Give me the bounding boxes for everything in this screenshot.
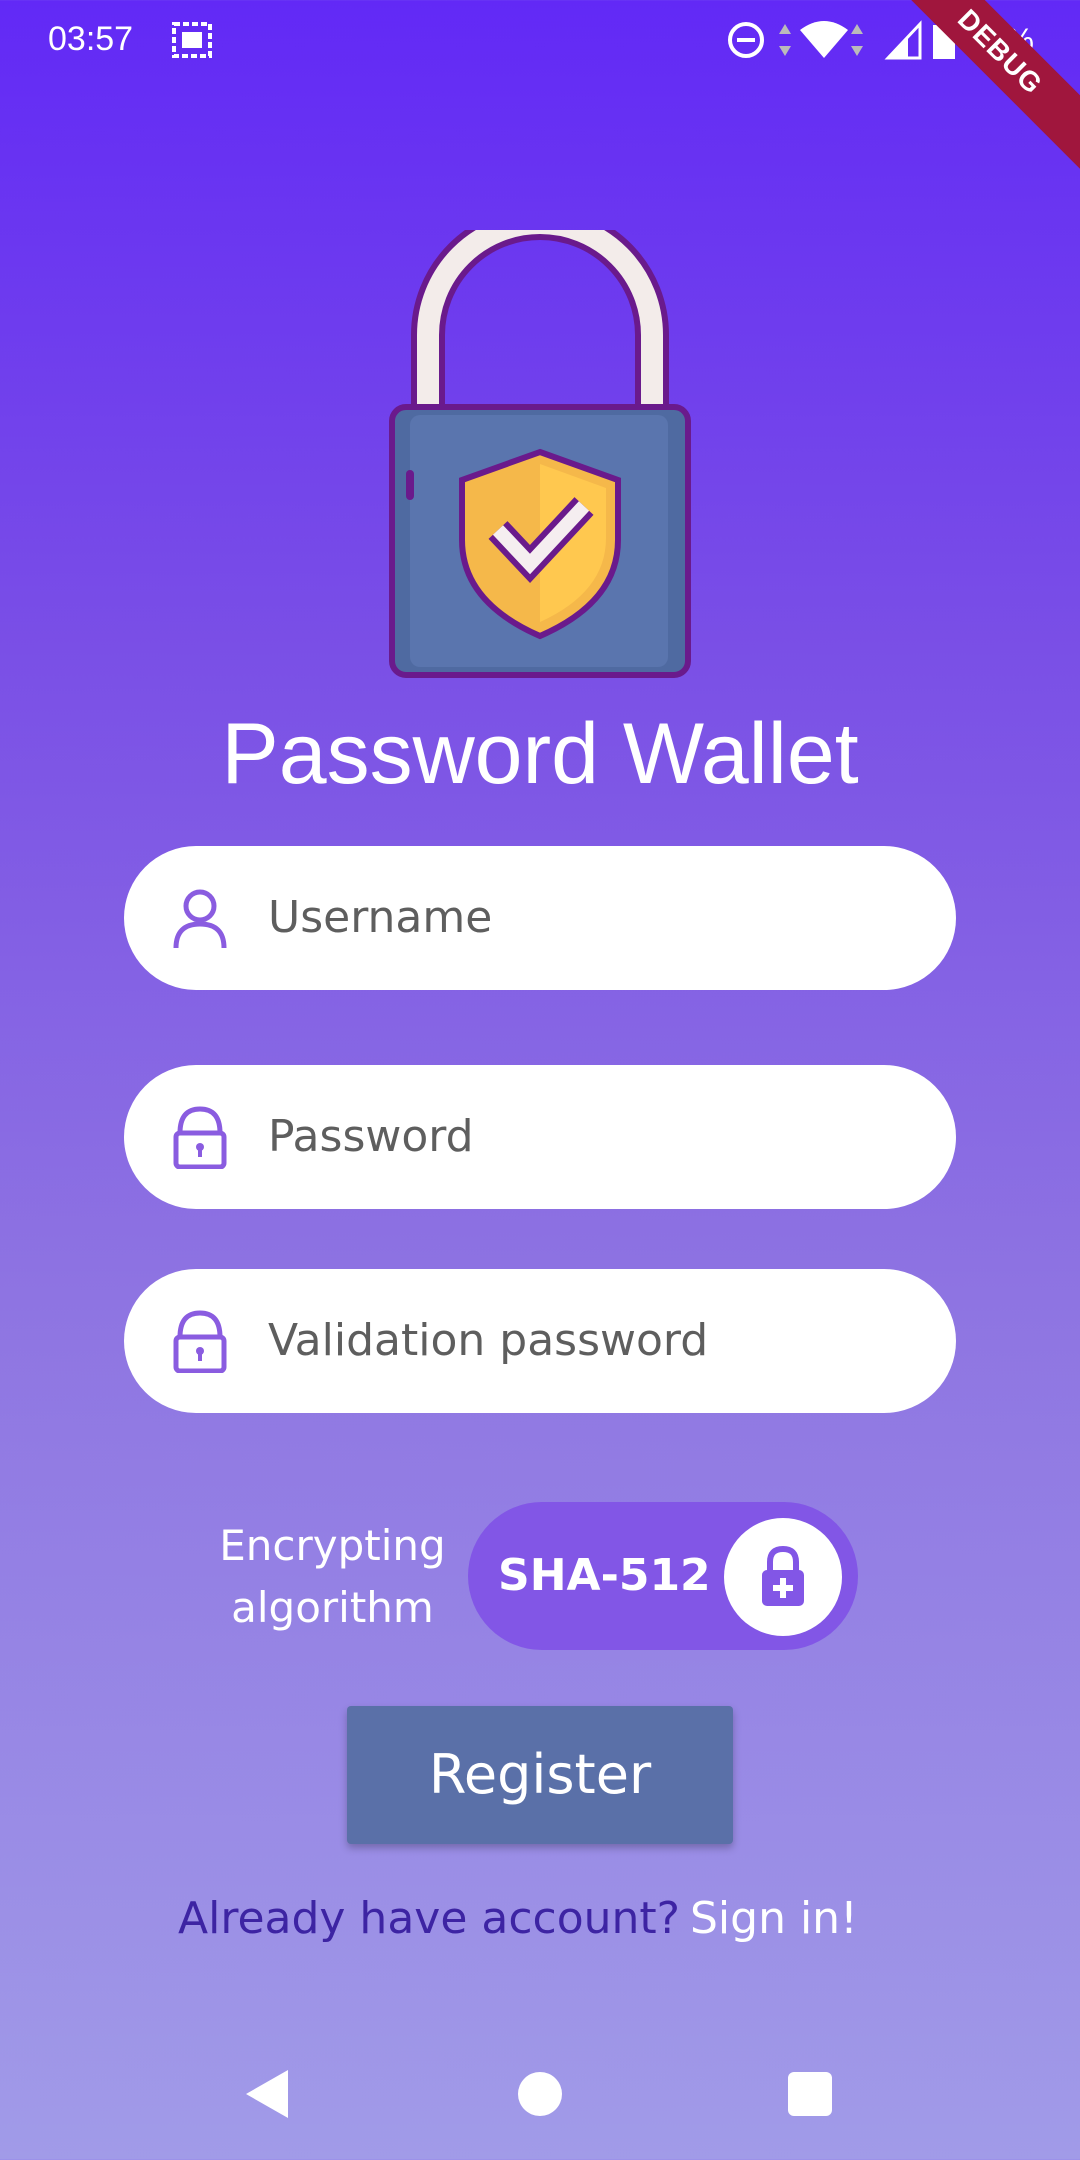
- password-placeholder: Password: [268, 1111, 474, 1162]
- cell-signal-icon: [884, 18, 924, 66]
- padlock-shield-icon: [380, 206, 700, 680]
- already-have-account-text: Already have account?: [178, 1893, 681, 1944]
- algorithm-selector[interactable]: SHA-512: [468, 1502, 858, 1650]
- algorithm-change-button[interactable]: [724, 1518, 842, 1636]
- wifi-icon: [796, 18, 852, 66]
- algorithm-value: SHA-512: [498, 1550, 711, 1601]
- app-title: Password Wallet: [221, 706, 859, 802]
- status-time: 03:57: [48, 20, 134, 58]
- lock-plus-icon: [762, 1546, 804, 1606]
- home-icon[interactable]: [518, 2072, 562, 2116]
- back-icon[interactable]: [244, 2068, 290, 2124]
- user-icon: [168, 886, 232, 950]
- recent-apps-icon[interactable]: [788, 2072, 832, 2116]
- algorithm-label-line1: Encrypting: [219, 1521, 446, 1570]
- lock-icon-2: [168, 1309, 232, 1374]
- data-arrows-icon-2: [848, 18, 866, 66]
- sign-in-link[interactable]: Sign in!: [690, 1893, 858, 1944]
- username-placeholder: Username: [268, 892, 493, 943]
- status-bar: 03:57 84% DEBUG: [0, 0, 1080, 177]
- algorithm-label-line2: algorithm: [231, 1583, 434, 1632]
- navigation-bar: [0, 2040, 1080, 2160]
- register-button[interactable]: Register: [347, 1706, 733, 1844]
- password-field[interactable]: Password: [124, 1065, 956, 1209]
- lock-icon: [168, 1105, 232, 1170]
- algorithm-label: Encrypting algorithm: [200, 1515, 465, 1639]
- username-field[interactable]: Username: [124, 846, 956, 990]
- validation-password-field[interactable]: Validation password: [124, 1269, 956, 1413]
- dnd-icon: [726, 18, 766, 66]
- data-arrows-icon: [776, 18, 794, 66]
- validation-password-placeholder: Validation password: [268, 1315, 709, 1366]
- gallery-icon: [170, 18, 214, 66]
